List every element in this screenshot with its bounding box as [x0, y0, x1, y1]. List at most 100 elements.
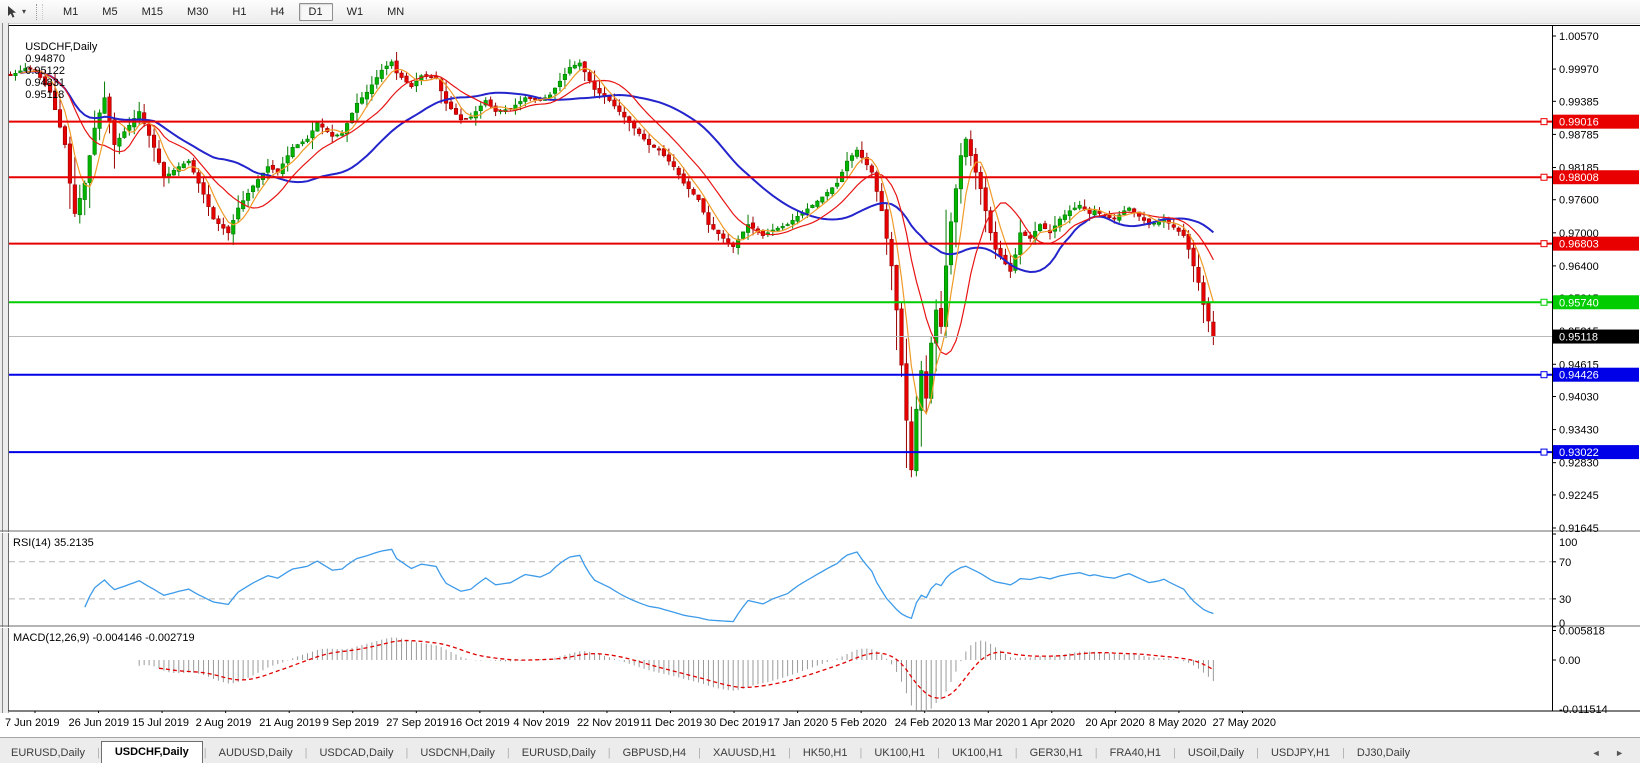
- candle-body: [222, 224, 226, 228]
- candle-body: [147, 124, 151, 135]
- candle-body: [954, 189, 958, 222]
- chart-tab-dj30-daily[interactable]: DJ30,Daily: [1346, 743, 1421, 763]
- hline-tag-label: 0.98008: [1559, 172, 1599, 184]
- candle-body: [529, 97, 533, 99]
- date-label: 15 Jul 2019: [132, 717, 189, 729]
- chart-tab-eurusd-daily[interactable]: EURUSD,Daily: [0, 743, 96, 763]
- candle-body: [365, 92, 369, 99]
- candle-body: [741, 232, 745, 239]
- macd-indicator-label: MACD(12,26,9) -0.004146 -0.002719: [13, 632, 195, 644]
- candle-body: [1038, 225, 1042, 231]
- chart-tab-fra40-h1[interactable]: FRA40,H1: [1099, 743, 1172, 763]
- candle-body: [113, 120, 117, 145]
- candle-body: [667, 155, 671, 161]
- candle-body: [1068, 211, 1072, 216]
- candle-body: [63, 127, 66, 145]
- candle-body: [1132, 209, 1136, 212]
- candle-body: [449, 102, 453, 109]
- candle-body: [137, 112, 141, 119]
- chart-tab-eurusd-daily[interactable]: EURUSD,Daily: [511, 743, 607, 763]
- candle-body: [875, 173, 879, 192]
- chart-tab-uk100-h1[interactable]: UK100,H1: [863, 743, 936, 763]
- candle-body: [444, 92, 448, 104]
- candle-body: [647, 139, 651, 144]
- candle-body: [291, 147, 295, 156]
- candle-body: [172, 170, 176, 175]
- price-tick-label: 0.92830: [1559, 458, 1599, 470]
- chart-tab-usdjpy-h1[interactable]: USDJPY,H1: [1260, 743, 1341, 763]
- candle-body: [677, 168, 681, 175]
- candle-body: [1192, 248, 1196, 266]
- candle-body: [360, 98, 364, 104]
- chart-tab-usoil-daily[interactable]: USOil,Daily: [1177, 743, 1255, 763]
- candle-body: [9, 74, 13, 75]
- hline-anchor-0.96803[interactable]: [1541, 241, 1547, 247]
- candle-body: [202, 183, 206, 195]
- candle-body: [1024, 232, 1028, 236]
- candle-body: [430, 77, 434, 78]
- chart-tab-ger30-h1[interactable]: GER30,H1: [1019, 743, 1094, 763]
- candle-body: [1157, 222, 1161, 225]
- candle-body: [286, 156, 290, 163]
- chart-tab-usdcad-daily[interactable]: USDCAD,Daily: [308, 743, 404, 763]
- date-label: 7 Jun 2019: [5, 717, 59, 729]
- candle-body: [979, 172, 983, 188]
- hline-anchor-0.98008[interactable]: [1541, 174, 1547, 180]
- candle-body: [246, 193, 250, 200]
- candle-body: [217, 219, 221, 224]
- chart-tab-audusd-daily[interactable]: AUDUSD,Daily: [208, 743, 304, 763]
- candle-body: [895, 265, 899, 310]
- chart-tab-usdchf-daily[interactable]: USDCHF,Daily: [101, 741, 203, 763]
- candle-body: [400, 73, 404, 78]
- symbol-period-label: USDCHF,Daily: [25, 41, 97, 53]
- candle-body: [227, 227, 231, 233]
- price-tick-label: 0.99970: [1559, 64, 1599, 76]
- candle-body: [642, 134, 646, 139]
- tab-scroll-arrows[interactable]: ◄ ►: [1592, 748, 1630, 763]
- candle-body: [524, 98, 528, 102]
- hline-anchor-0.99016[interactable]: [1541, 119, 1547, 125]
- date-label: 26 Jun 2019: [69, 717, 130, 729]
- candle-body: [717, 230, 721, 234]
- candle-body: [964, 139, 968, 157]
- date-label: 13 Mar 2020: [958, 717, 1020, 729]
- candle-body: [553, 88, 557, 93]
- candle-body: [1207, 303, 1211, 321]
- hline-anchor-0.95740[interactable]: [1541, 299, 1547, 305]
- chart-tab-hk50-h1[interactable]: HK50,H1: [792, 743, 859, 763]
- candle-body: [1043, 224, 1047, 229]
- high-value: 0.95122: [25, 65, 65, 77]
- price-tick-label: 0.91645: [1559, 523, 1599, 535]
- candle-body: [88, 156, 92, 183]
- candle-body: [826, 192, 830, 196]
- candle-body: [182, 164, 186, 168]
- rsi-tick-label: 70: [1559, 557, 1571, 569]
- chart-tab-gbpusd-h4[interactable]: GBPUSD,H4: [612, 743, 698, 763]
- price-tick-label: 0.96400: [1559, 261, 1599, 273]
- candle-body: [568, 67, 572, 73]
- macd-tick-label: 0.00: [1559, 655, 1580, 667]
- candle-body: [672, 162, 676, 167]
- candle-body: [410, 83, 414, 87]
- chart-tab-usdcnh-daily[interactable]: USDCNH,Daily: [409, 743, 506, 763]
- candle-body: [271, 165, 275, 169]
- candle-body: [855, 150, 859, 156]
- candle-body: [212, 208, 216, 219]
- candle-body: [454, 108, 458, 114]
- candle-body: [232, 220, 236, 234]
- candle-body: [335, 135, 339, 136]
- chart-tab-uk100-h1[interactable]: UK100,H1: [941, 743, 1014, 763]
- price-chart-canvas[interactable]: 1.005700.999700.993850.987850.981850.976…: [0, 0, 1640, 763]
- candle-body: [934, 310, 938, 343]
- date-label: 8 May 2020: [1149, 717, 1206, 729]
- mt4-chart-window: ▾ M1M5M15M30H1H4D1W1MN 1.005700.999700.9…: [0, 0, 1640, 763]
- time-axis[interactable]: 7 Jun 201926 Jun 201915 Jul 20192 Aug 20…: [0, 713, 1640, 736]
- hline-anchor-0.93022[interactable]: [1541, 449, 1547, 455]
- candle-body: [1177, 228, 1181, 231]
- candle-body: [152, 135, 156, 147]
- hline-anchor-0.94426[interactable]: [1541, 372, 1547, 378]
- candle-body: [1127, 208, 1131, 210]
- candle-body: [533, 98, 537, 99]
- candle-body: [479, 106, 483, 111]
- chart-tab-xauusd-h1[interactable]: XAUUSD,H1: [702, 743, 787, 763]
